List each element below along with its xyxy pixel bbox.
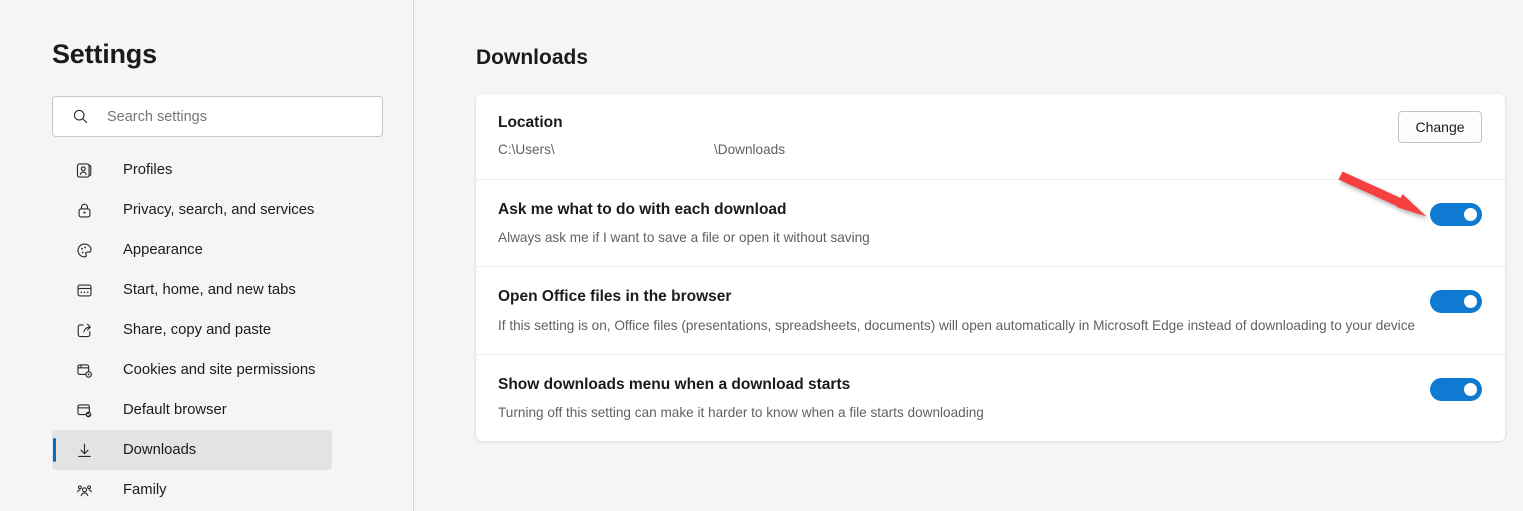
page-title-settings: Settings: [52, 39, 157, 69]
share-icon: [74, 320, 94, 340]
location-path-prefix: C:\Users\: [498, 142, 555, 157]
sidebar-item-label: Start, home, and new tabs: [123, 282, 296, 298]
sidebar-item-share-copy-paste[interactable]: Share, copy and paste: [52, 310, 332, 350]
downloads-settings-card: Location C:\Users\ \Downloads Change Ask…: [476, 94, 1505, 442]
setting-title: Show downloads menu when a download star…: [498, 375, 851, 393]
ask-me-what-to-do-toggle[interactable]: [1430, 203, 1482, 226]
sidebar-item-cookies-site-permissions[interactable]: Cookies and site permissions: [52, 350, 332, 390]
location-path-suffix: \Downloads: [714, 142, 786, 157]
sidebar-item-profiles[interactable]: Profiles: [52, 150, 332, 190]
sidebar-item-label: Privacy, search, and services: [123, 202, 315, 218]
sidebar-item-label: Appearance: [123, 242, 203, 258]
toggle-knob: [1464, 382, 1477, 396]
sidebar-item-appearance[interactable]: Appearance: [52, 230, 332, 270]
window-icon: [74, 280, 94, 300]
sidebar-item-label: Default browser: [123, 402, 227, 418]
setting-title: Open Office files in the browser: [498, 288, 732, 306]
search-icon: [70, 107, 90, 127]
setting-description: If this setting is on, Office files (pre…: [498, 317, 1416, 333]
search-input[interactable]: [107, 97, 357, 136]
sidebar-item-label: Family: [123, 482, 167, 498]
sidebar-item-default-browser[interactable]: Default browser: [52, 390, 332, 430]
setting-row-show-downloads-menu: Show downloads menu when a download star…: [476, 353, 1505, 441]
change-location-button[interactable]: Change: [1398, 111, 1482, 143]
people-icon: [74, 480, 94, 500]
setting-description: Always ask me if I want to save a file o…: [498, 230, 870, 246]
profile-card-icon: [74, 160, 94, 180]
sidebar-item-label: Cookies and site permissions: [123, 362, 316, 378]
setting-row-ask-me-what-to-do: Ask me what to do with each download Alw…: [476, 179, 1505, 266]
setting-row-open-office-files: Open Office files in the browser If this…: [476, 266, 1505, 353]
setting-description: Turning off this setting can make it har…: [498, 405, 984, 421]
page-title-downloads: Downloads: [476, 46, 589, 69]
settings-window: Settings Profi: [0, 0, 1523, 511]
show-downloads-menu-toggle[interactable]: [1430, 377, 1482, 401]
toggle-knob: [1464, 295, 1477, 309]
main-content: Downloads Location C:\Users\ \Downloads …: [414, 0, 1523, 511]
open-office-files-toggle[interactable]: [1430, 290, 1482, 314]
sidebar-item-family[interactable]: Family: [52, 470, 332, 510]
sidebar-item-label: Profiles: [123, 162, 173, 178]
sidebar-item-privacy-search-services[interactable]: Privacy, search, and services: [52, 190, 332, 230]
location-path: C:\Users\ \Downloads: [498, 142, 1473, 157]
location-row: Location C:\Users\ \Downloads Change: [476, 94, 1505, 179]
search-settings-box[interactable]: [52, 96, 383, 137]
browser-check-icon: [74, 400, 94, 420]
sidebar-item-start-home-new-tabs[interactable]: Start, home, and new tabs: [52, 270, 332, 310]
palette-icon: [74, 240, 94, 260]
sidebar-item-label: Share, copy and paste: [123, 322, 272, 338]
download-arrow-icon: [74, 440, 94, 460]
setting-title: Ask me what to do with each download: [498, 201, 787, 218]
sidebar-item-label: Downloads: [123, 442, 197, 458]
location-label: Location: [498, 114, 563, 131]
sidebar: Settings Profi: [0, 0, 414, 511]
site-permissions-icon: [74, 360, 94, 380]
toggle-knob: [1464, 208, 1477, 221]
lock-icon: [74, 200, 94, 220]
sidebar-item-downloads[interactable]: Downloads: [52, 430, 332, 470]
settings-nav-list: Profiles Privacy, search, and services A…: [52, 150, 332, 510]
